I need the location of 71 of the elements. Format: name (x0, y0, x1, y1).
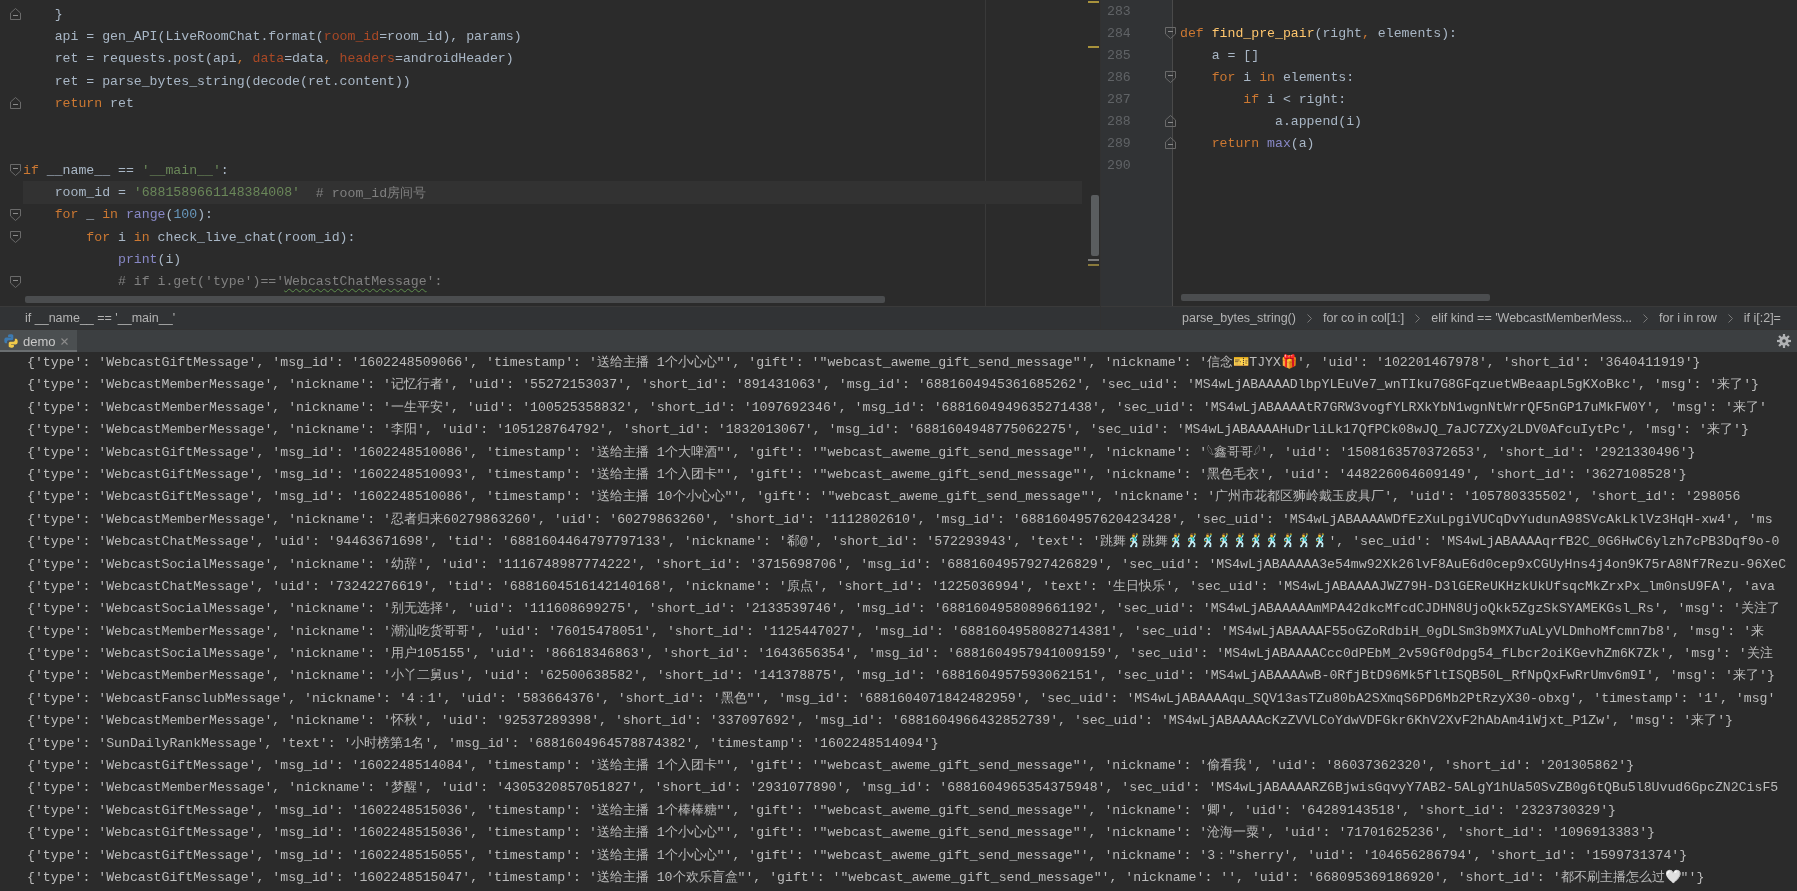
breadcrumb-item[interactable]: if i[:2]= (1743, 311, 1781, 325)
fold-marker-icon[interactable] (1165, 27, 1176, 39)
console-line: {'type': 'WebcastChatMessage', 'uid': '94463671698', 'tid': '6881604464797797133', 'nickname': '郗@', 'short_id': '572293943', 'text': '跳舞🕺跳舞🕺🕺🕺🕺🕺🕺🕺🕺🕺🕺', 'sec_uid': 'MS4wLjABAAAAqrfB2C_0G6HwC6ylzh7cPB3Dqf9o-0 (27, 532, 1780, 552)
fold-marker-icon[interactable] (1165, 115, 1176, 127)
code-line: # if i.get('type')=='WebcastChatMessage': (116, 273, 443, 292)
marker-icon[interactable] (1088, 264, 1099, 266)
code-line: print(i) (116, 250, 182, 269)
scrollbar-thumb[interactable] (1091, 195, 1099, 256)
code-line: a = [] (1210, 46, 1260, 65)
breadcrumb-item[interactable]: for co in col[1:] (1322, 311, 1405, 325)
fold-marker-icon[interactable] (10, 275, 21, 288)
console-line: {'type': 'WebcastGiftMessage', 'msg_id': '1602248515055', 'timestamp': '送给主播 1个小心心"', 'gift': '"webcast_aweme_gift_send_message"', 'nickname': '3："sherry', 'uid': '104656286794', 'short_id': '1599731374'} (27, 846, 1688, 865)
fold-marker-icon[interactable] (10, 231, 21, 244)
console-line: {'type': 'WebcastGiftMessage', 'msg_id': '1602248510093', 'timestamp': '送给主播 1个入团卡"', 'gift': '"webcast_aweme_gift_send_message"', 'nickname': '黑色毛衣', 'uid': '448226064609149', 'short_id': '3627108528'} (27, 465, 1687, 484)
console-line: {'type': 'WebcastChatMessage', 'uid': '73242276619', 'tid': '6881604516142140168', 'nickname': '原点', 'short_id': '1225036994', 'text': '生日快乐', 'sec_uid': 'MS4wLjABAAAAJWZ79H-D3lGEReUKHzkUkUfsqcMkZrxPx_lm0nsU9FA', 'ava (27, 577, 1775, 596)
tab[interactable]: demo (0, 330, 77, 352)
breadcrumb-item[interactable]: if __name__ == '__main__' (25, 311, 176, 325)
console-line: {'type': 'SunDailyRankMessage', 'text': '小时榜第1名', 'msg_id': '6881604964578874382', 'timestamp': '1602248514094'} (27, 734, 939, 753)
chevron-icon (1727, 313, 1733, 323)
code-line: a.append(i) (1273, 112, 1363, 131)
code-line: for i in check_live_chat(room_id): (85, 228, 356, 247)
marker-icon[interactable] (1088, 1, 1099, 3)
console-line: {'type': 'WebcastMemberMessage', 'nickname': '梦醒', 'uid': '4305320857051827', 'short_id': '2931077890', 'msg_id': '6881604965354375948', 'sec_uid': 'MS4wLjABAAAARZ6BjwisGqvyY7AB2-5ALgY1hUa50SvZB0g6tQBu5l8Uvud6GpcZN2CisF5 (27, 779, 1779, 798)
console-line: {'type': 'WebcastGiftMessage', 'msg_id': '1602248510086', 'timestamp': '送给主播 1个大啤酒"', 'gift': '"webcast_aweme_gift_send_message"', 'nickname': '𓆩鑫哥哥𓆪', 'uid': '1508163570372653', 'short_id': '2921330496'} (27, 443, 1696, 462)
code-line: if __name__ == '__main__': (23, 161, 229, 180)
breadcrumb-item[interactable]: for i in row (1659, 311, 1717, 325)
fold-marker-icon[interactable] (1165, 137, 1176, 149)
console-line: {'type': 'WebcastGiftMessage', 'msg_id': '1602248515036', 'timestamp': '送给主播 1个棒棒糖"', 'gift': '"webcast_aweme_gift_send_message"', 'nickname': '卿', 'uid': '64289143518', 'short_id': '2323730329'} (27, 801, 1616, 820)
console-line: {'type': 'WebcastMemberMessage', 'nickname': '怀秋', 'uid': '92537289398', 'short_id': '337097692', 'msg_id': '6881604966432852739', 'sec_uid': 'MS4wLjABAAAAcKzZVVLCoYdwVDFGkr6KhV2XvF2hAbAm4iWjxt_P1Zw', 'msg': '来了'} (27, 712, 1733, 731)
breadcrumb-item[interactable]: parse_bytes_string() (1182, 311, 1296, 325)
code-line: ret = parse_bytes_string(decode(ret.content)) (53, 72, 411, 91)
console-line: {'type': 'WebcastGiftMessage', 'msg_id': '1602248515036', 'timestamp': '送给主播 1个小心心"', 'gift': '"webcast_aweme_gift_send_message"', 'nickname': '沧海一粟', 'uid': '71701625236', 'short_id': '1096913383'} (27, 824, 1655, 843)
console-line: {'type': 'WebcastMemberMessage', 'nickname': '李阳', 'uid': '105128764792', 'short_id': '1832013067', 'msg_id': '6881604948775062275', 'sec_uid': 'MS4wLjABAAAAHuDrliLk17QfPCk08wJQ_7aJC7ZXy2LDV0AfcuIytPc', 'msg': '来了'} (27, 421, 1749, 440)
code-line: return max(a) (1210, 134, 1315, 153)
breadcrumb-item[interactable]: elif kind == 'WebcastMemberMess... (1431, 311, 1633, 325)
console-line: {'type': 'WebcastGiftMessage', 'msg_id': '1602248515047', 'timestamp': '送给主播 10个欢乐盲盒"', 'gift': '"webcast_aweme_gift_send_message"', 'nickname': '', 'uid': '668095369186920', 'short_id': '都不刷主播怎么过🤍"'} (27, 869, 1705, 887)
code-line: for i in elements: (1210, 68, 1355, 87)
chevron-icon (1306, 313, 1312, 323)
fold-marker-icon[interactable] (10, 8, 21, 21)
console-line: {'type': 'WebcastMemberMessage', 'nickname': '忍者归来60279863260', 'uid': '60279863260', 'short_id': '1112802610', 'msg_id': '6881604957620423428', 'sec_uid': 'MS4wLjABAAAAWDfEzXuLpgiVUCqDvYudunA98SVcAkLklVz3HqH-xw4', 'ms (27, 510, 1773, 529)
scrollbar-thumb[interactable] (1181, 294, 1490, 301)
python-icon (4, 334, 18, 348)
console-line: {'type': 'WebcastGiftMessage', 'msg_id': '1602248510086', 'timestamp': '送给主播 10个小心心"', 'gift': '"webcast_aweme_gift_send_message"', 'nickname': '广州市花都区狮岭戴玉皮具厂', 'uid': '105780335502', 'short_id': '298056 (27, 488, 1741, 507)
chevron-icon (1415, 313, 1421, 323)
console-line: {'type': 'WebcastSocialMessage', 'nickname': '用户105155', 'uid': '86618346863', 'short_id': '1643656354', 'msg_id': '6881604957941009159', 'sec_uid': 'MS4wLjABAAAACcc0dPEbM_2v59Gf0dpg54_fLbcr2oiKGevhZm6K7Zk', 'msg': '关注 (27, 645, 1773, 664)
console-line: {'type': 'WebcastSocialMessage', 'nickname': '别无选择', 'uid': '111608699275', 'short_id': '2133539746', 'msg_id': '6881604958089661192', 'sec_uid': 'MS4wLjABAAAAAmMPA42dkcMfcdCJDHN8UjoQkk5ZgzSkSYAMEKGsl_Rs', 'msg': '关注了 (27, 600, 1780, 619)
settings-icon[interactable] (1777, 334, 1791, 348)
code-line: return ret (53, 94, 134, 113)
marker-icon[interactable] (1088, 46, 1099, 48)
fold-marker-icon[interactable] (1165, 71, 1176, 83)
code-line: def find_pre_pair(right, elements): (1180, 24, 1457, 43)
console-line: {'type': 'WebcastMemberMessage', 'nickname': '潮汕吃货哥哥', 'uid': '76015478051', 'short_id': '1125447027', 'msg_id': '6881604958082714381', 'sec_uid': 'MS4wLjABAAAAF55oGZoRdbiH_0gDLSm3b9MX7uALyVLDmhoMfcmn7b8', 'msg': '来 (27, 622, 1765, 641)
console-line: {'type': 'WebcastFansclubMessage', 'nickname': '4：1', 'uid': '583664376', 'short_id': '黑色"', 'msg_id': '6881604071842482959', 'sec_uid': 'MS4wLjABAAAAqu_SQV13asTZu80bA2SXmqS6PD6Mb2PtRzyX30-obxg', 'timestamp': '1', 'msg' (27, 689, 1776, 708)
close-icon[interactable] (60, 337, 68, 345)
console-line: {'type': 'WebcastMemberMessage', 'nickname': '小丫二舅us', 'uid': '62500638582', 'short_id': '141378875', 'msg_id': '6881604957593062151', 'sec_uid': 'MS4wLjABAAAAwB-0RfjBtD96Mk5fltISQB50L_RfNpQxFwRrUmv6m9I', 'msg': '来了'} (27, 667, 1775, 686)
code-line: if i < right: (1242, 90, 1347, 109)
fold-marker-icon[interactable] (10, 97, 21, 110)
console-line: {'type': 'WebcastMemberMessage', 'nickname': '记忆行者', 'uid': '55272153037', 'short_id': '891431063', 'msg_id': '6881604945361685262', 'sec_uid': 'MS4wLjABAAAADlbpYLEuVe7_wnTIku7G8GFqzuetWBeaapL5gKXoBkc', 'msg': '来了'} (27, 376, 1759, 395)
console-line: {'type': 'WebcastGiftMessage', 'msg_id': '1602248509066', 'timestamp': '送给主播 1个小心心"', 'gift': '"webcast_aweme_gift_send_message"', 'nickname': '信念🎫TJYX🎁', 'uid': '102201467978', 'short_id': '3640411919'} (27, 353, 1701, 372)
marker-icon[interactable] (1088, 259, 1099, 261)
console-line: {'type': 'WebcastGiftMessage', 'msg_id': '1602248514084', 'timestamp': '送给主播 1个入团卡"', 'gift': '"webcast_aweme_gift_send_message"', 'nickname': '偷看我', 'uid': '86037362320', 'short_id': '201305862'} (27, 757, 1635, 776)
code-line: api = gen_API(LiveRoomChat.format(room_id=room_id), params) (53, 27, 522, 46)
scrollbar-thumb[interactable] (25, 296, 885, 303)
chevron-icon (1643, 313, 1649, 323)
code-line: for _ in range(100): (53, 206, 213, 225)
code-line: } (53, 5, 63, 24)
fold-marker-icon[interactable] (10, 164, 21, 177)
fold-marker-icon[interactable] (10, 208, 21, 221)
console-line: {'type': 'WebcastMemberMessage', 'nickname': '一生平安', 'uid': '100525358832', 'short_id': '1097692346', 'msg_id': '6881604949635271438', 'sec_uid': 'MS4wLjABAAAAtR7GRW3vogfYLRXkYbN1wgnNtWrrQF5nGP17uMkFW0Y', 'msg': '来了' (27, 398, 1767, 417)
console-line: {'type': 'WebcastSocialMessage', 'nickname': '幼辞', 'uid': '1116748987774222', 'short_id': '3715698706', 'msg_id': '6881604957927426829', 'sec_uid': 'MS4wLjABAAAAA3e54mw92Xk26lvF8AuE6d0cep9xCGUyHns4j4on9K75rA8Nf7Rezu-96XeC (27, 555, 1787, 574)
code-line: ret = requests.post(api, data=data, headers=androidHeader) (53, 50, 514, 69)
